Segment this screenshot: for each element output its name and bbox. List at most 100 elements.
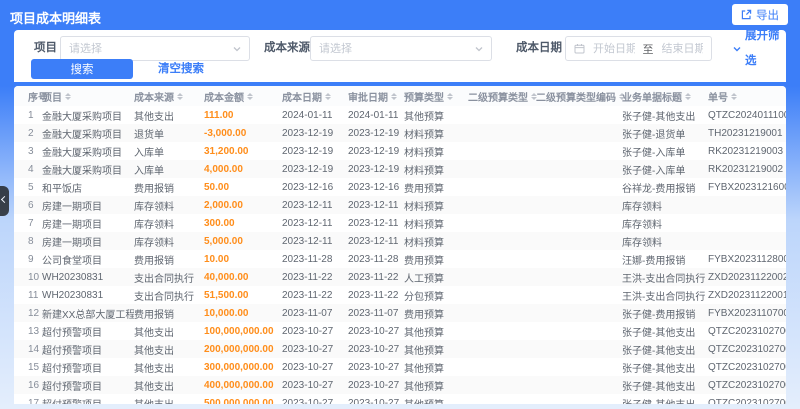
expand-filter-label: 展开筛选	[745, 29, 780, 67]
cell-cost-source: 入库单	[134, 147, 164, 159]
sort-icon[interactable]	[685, 92, 691, 100]
column-header-cost-amount[interactable]: 成本金额	[204, 86, 282, 106]
cell-cost-amount: 100,000,000.00	[204, 325, 274, 337]
cell-doc-title: 张子健-入库单	[622, 147, 686, 159]
cell-budget-type: 费用预算	[404, 304, 468, 322]
sort-icon[interactable]	[177, 92, 183, 100]
cost-source-select-input[interactable]	[311, 37, 474, 60]
clear-search-link[interactable]: 清空搜索	[158, 59, 204, 79]
project-select-input[interactable]	[61, 37, 232, 60]
cell-sub-budget-type	[468, 340, 536, 358]
cell-doc-title: 库存领料	[622, 219, 662, 231]
column-label: 成本金额	[204, 92, 244, 104]
cell-doc-no: FYBX20231107001	[708, 304, 786, 322]
cell-cost-date: 2023-10-27	[282, 325, 334, 337]
cell-doc-no: ZXD20231122002	[708, 268, 786, 286]
cell-budget-type: 其他预算	[404, 363, 444, 375]
cell-approval-date: 2024-01-11	[348, 109, 399, 121]
cell-doc-no	[708, 232, 786, 250]
start-date-input[interactable]	[585, 37, 643, 60]
sort-icon[interactable]	[391, 92, 397, 100]
cell-sub-budget-type	[468, 358, 536, 376]
cell-sub-budget-type	[468, 286, 536, 304]
cost-source-select[interactable]	[310, 36, 492, 61]
column-header-sub-budget-code[interactable]: 二级预算类型编码	[536, 86, 625, 106]
cell-project: 超付预警项目	[42, 340, 134, 358]
cell-cost-date: 2023-12-16	[282, 181, 334, 193]
cell-project: 金融大厦采购项目	[42, 124, 134, 142]
cell-sub-budget-type	[468, 160, 536, 178]
cell-doc-no: FYBX20231128001	[708, 253, 786, 265]
cell-sub-budget-type	[468, 376, 536, 394]
drawer-toggle[interactable]	[0, 186, 9, 216]
cell-doc-no: QTZC20240111001	[708, 109, 786, 121]
cell-sub-budget-type	[468, 250, 536, 268]
cell-cost-date: 2023-11-07	[282, 304, 348, 322]
expand-filter-link[interactable]: 展开筛选	[732, 30, 786, 67]
sort-icon[interactable]	[731, 92, 737, 100]
sort-icon[interactable]	[447, 92, 453, 100]
cost-date-range[interactable]: 至	[565, 36, 712, 61]
cell-cost-amount: 200,000,000.00	[204, 340, 282, 358]
cell-cost-source: 库存领料	[134, 219, 174, 231]
cell-sub-budget-type	[468, 268, 536, 286]
cell-project: 超付预警项目	[42, 394, 134, 405]
column-label: 单号	[708, 92, 728, 104]
cell-cost-date: 2023-10-27	[282, 340, 348, 358]
table-row: 12新建XX总部大厦工程二期费用报销10,000.002023-11-07202…	[14, 304, 786, 322]
cell-budget-type: 材料预算	[404, 219, 444, 231]
cell-index: 5	[28, 181, 34, 193]
cell-sub-budget-type	[468, 142, 536, 160]
cell-cost-source: 费用报销	[134, 304, 204, 322]
column-header-doc-no[interactable]: 单号	[708, 86, 786, 106]
cell-sub-budget-type	[468, 394, 536, 404]
column-header-approval-date[interactable]: 审批日期	[348, 86, 404, 106]
cell-sub-budget-type	[468, 232, 536, 250]
column-label: 审批日期	[348, 92, 388, 104]
cell-sub-budget-code	[536, 214, 622, 232]
cell-budget-type: 费用预算	[404, 255, 444, 267]
cell-project: 房建一期项目	[42, 232, 134, 250]
table-row: 5 和平饭店 费用报销 50.00 2023-12-16 2023-12-16 费用预算 谷祥…	[14, 178, 786, 196]
table-row: 6 房建一期项目 库存领料 2,000.00 2023-12-11 2023-12-11 材…	[14, 196, 786, 214]
column-header-cost-source[interactable]: 成本来源	[134, 86, 204, 106]
cell-index: 2	[14, 124, 42, 142]
cell-approval-date: 2023-11-22	[348, 268, 404, 286]
cell-index: 4	[14, 160, 42, 178]
cell-cost-source: 其他支出	[134, 327, 174, 339]
cell-doc-no: ZXD20231122001	[708, 289, 786, 301]
page-title: 项目成本明细表	[10, 11, 102, 26]
cell-cost-date: 2024-01-11	[282, 109, 333, 121]
column-header-budget-type[interactable]: 预算类型	[404, 86, 468, 106]
cell-doc-title: 张子健-退货单	[622, 124, 708, 142]
cell-budget-type: 费用预算	[404, 183, 444, 195]
cell-cost-date: 2023-11-22	[282, 289, 333, 301]
cell-sub-budget-code	[536, 376, 622, 394]
cell-doc-title: 张子健-其他支出	[622, 394, 708, 405]
cell-sub-budget-code	[536, 106, 622, 124]
cell-project: WH20230831	[42, 289, 104, 301]
column-label: 二级预算类型	[468, 92, 528, 104]
column-header-sub-budget-type[interactable]: 二级预算类型	[468, 86, 537, 106]
cell-approval-date: 2023-12-19	[348, 160, 404, 178]
column-header-project[interactable]: 项目	[42, 86, 134, 106]
cell-sub-budget-code	[536, 160, 622, 178]
cell-budget-type: 人工预算	[404, 268, 468, 286]
table-row: 4 金融大厦采购项目 入库单 4,000.00 2023-12-19 2023-12-19…	[14, 160, 786, 178]
column-header-cost-date[interactable]: 成本日期	[282, 86, 348, 106]
sort-icon[interactable]	[325, 92, 331, 100]
cell-budget-type: 材料预算	[404, 124, 468, 142]
column-header-doc-title[interactable]: 业务单据标题	[622, 86, 708, 106]
cell-sub-budget-code	[536, 196, 622, 214]
export-button[interactable]: 导出	[732, 4, 788, 25]
search-button[interactable]: 搜索	[31, 59, 133, 79]
chevron-down-icon	[232, 44, 242, 54]
project-select[interactable]	[60, 36, 250, 61]
end-date-input[interactable]	[653, 37, 711, 60]
cost-table: 序号 项目 成本来源 成本金额 成本日期 审批日期 预算类型 二级预算类型 二级预算类型编码 业务…	[14, 86, 786, 404]
sort-icon[interactable]	[247, 92, 253, 100]
cell-budget-type: 其他预算	[404, 327, 444, 339]
cell-budget-type: 材料预算	[404, 160, 468, 178]
sort-icon[interactable]	[65, 92, 71, 100]
cell-sub-budget-code	[536, 232, 622, 250]
